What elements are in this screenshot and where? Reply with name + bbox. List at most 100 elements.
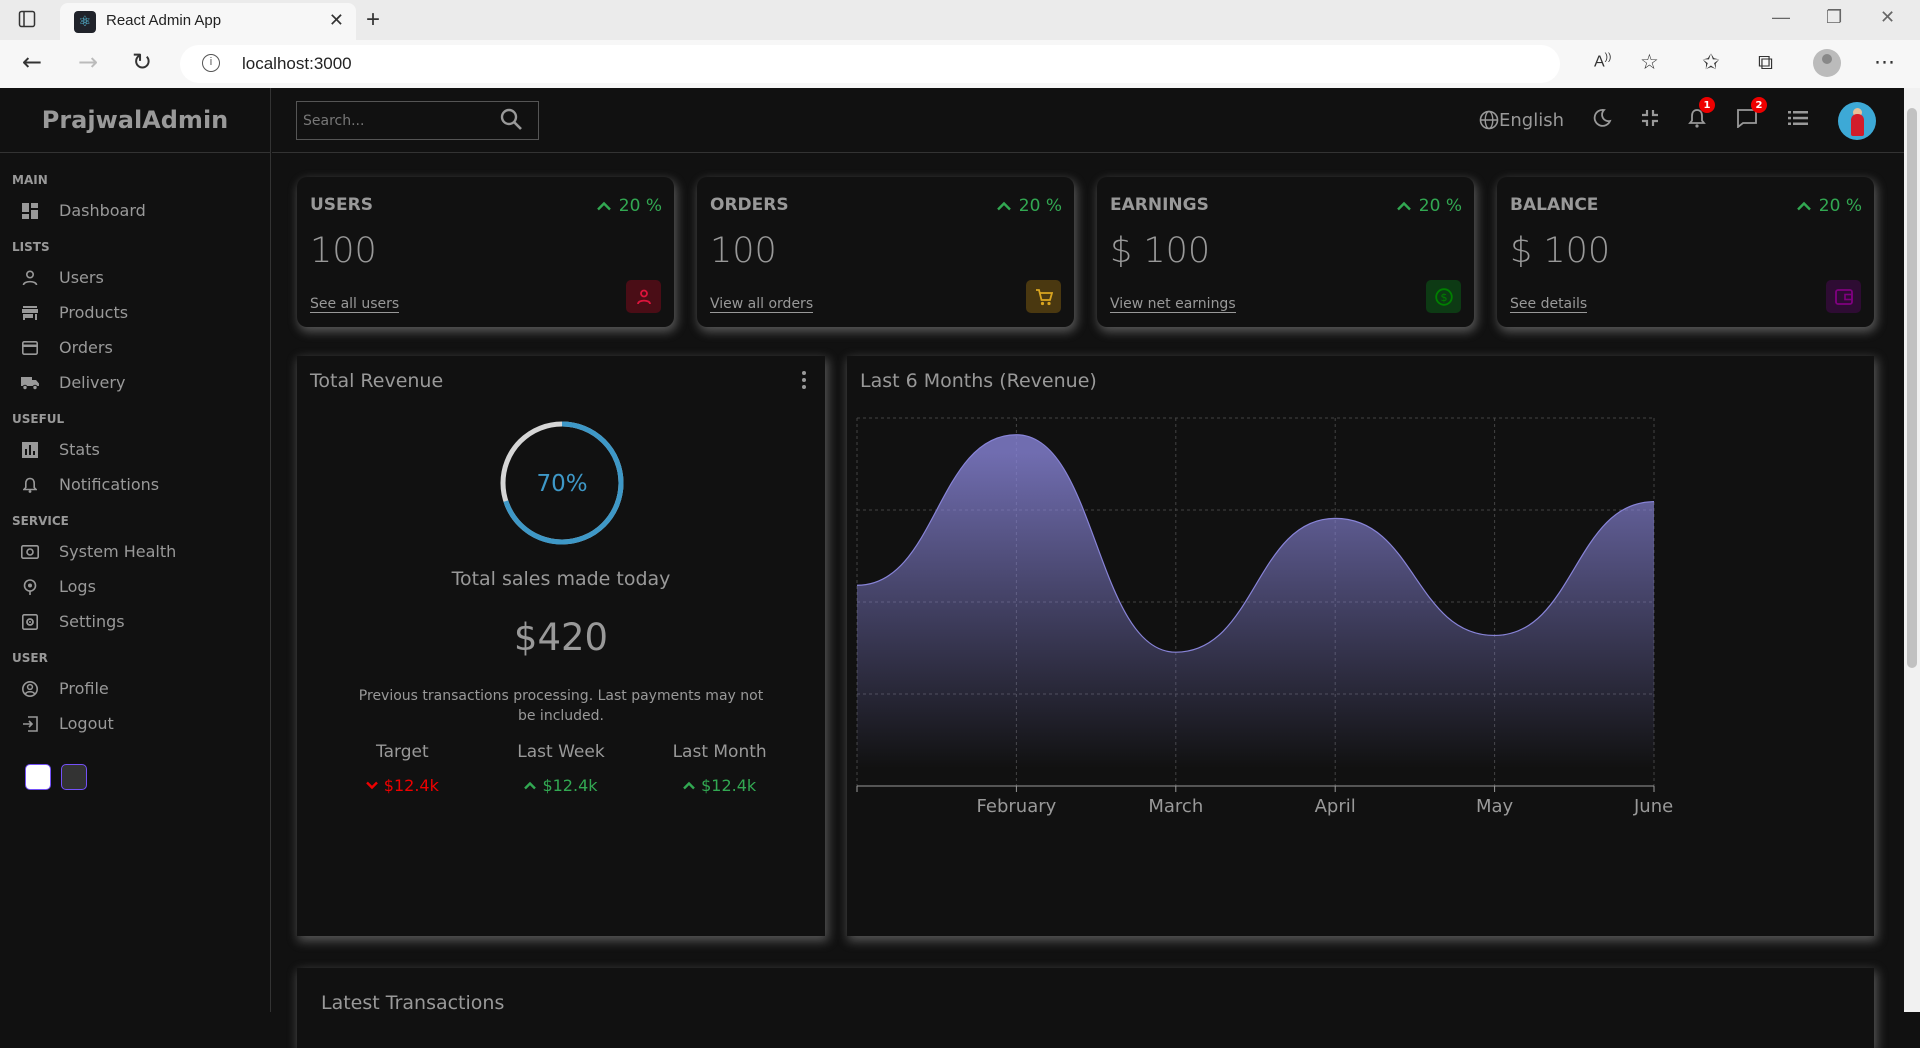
arrow-up-icon [996,201,1011,211]
sidebar-item-users[interactable]: Users [12,260,270,295]
person-icon [21,269,39,287]
x-tick-label: February [977,796,1057,817]
arrow-down-icon [365,781,378,790]
x-tick-label: April [1315,796,1356,817]
dark-theme-swatch[interactable] [61,764,87,790]
avatar[interactable] [1838,101,1876,140]
logo[interactable]: PrajwalAdmin [42,106,229,134]
summary-item-target: Target $12.4k [327,742,477,795]
read-aloud-icon[interactable]: A)) [1594,52,1611,71]
react-icon: ⚛ [74,11,96,33]
sidebar-item-label: Products [59,303,129,322]
widget-link[interactable]: View all orders [710,296,814,313]
widget-link[interactable]: View net earnings [1110,296,1236,313]
favorite-add-icon[interactable]: ☆ [1640,50,1659,74]
widget-percentage-value: 20 % [1818,196,1862,216]
sidebar-item-logout[interactable]: Logout [12,706,270,741]
language-selector[interactable]: English [1479,107,1564,135]
bell-icon [21,476,39,494]
menu-section-title: USER [12,651,48,665]
forward-icon[interactable]: → [78,48,98,76]
sidebar-item-products[interactable]: Products [12,295,270,330]
wallet-icon[interactable] [1826,280,1861,313]
featured-panel: Total Revenue 70% Total sales made today… [297,356,825,936]
widget-percentage: 20 % [596,196,662,216]
dark-mode-toggle[interactable] [1592,108,1612,133]
sidebar-item-logs[interactable]: Logs [12,569,270,604]
close-tab-icon[interactable]: ✕ [329,10,344,31]
new-tab-icon[interactable]: + [366,6,380,34]
browser-profile-icon[interactable] [1813,49,1841,77]
favorites-icon[interactable]: ✩ [1702,50,1720,74]
back-icon[interactable]: ← [22,48,42,76]
progress-label: 70% [536,471,587,497]
sidebar-item-label: Settings [59,612,125,631]
widget-link[interactable]: See all users [310,296,400,313]
svg-text:$: $ [1440,291,1447,304]
site-info-icon[interactable]: i [202,54,220,72]
revenue-area-chart: February March April May June [856,417,1673,817]
search-input[interactable] [303,112,499,129]
collections-icon[interactable]: ⧉ [1758,50,1773,75]
sidebar-item-settings[interactable]: Settings [12,604,270,639]
browser-tab[interactable]: ⚛ React Admin App ✕ [60,3,356,40]
fullscreen-button[interactable] [1642,110,1658,131]
sidebar-item-system-health[interactable]: System Health [12,534,270,569]
health-icon [21,543,39,561]
summary-result: $12.4k [645,776,795,795]
close-window-icon[interactable]: ✕ [1880,7,1895,28]
tab-actions-icon[interactable] [18,10,38,30]
scrollbar-thumb[interactable] [1907,108,1917,668]
summary-title: Last Week [517,742,605,762]
sidebar-item-label: Delivery [59,373,126,392]
chart-series [856,434,1655,786]
more-vert-icon[interactable] [801,370,807,394]
dollar-icon[interactable]: $ [1426,280,1461,313]
app: PrajwalAdmin MAIN Dashboard LISTS Users … [0,88,1920,1048]
widget-count: $ 100 [1510,231,1611,271]
widget-title: USERS [310,195,373,215]
messages-button[interactable]: 2 [1736,97,1767,133]
url-text[interactable]: localhost:3000 [242,54,352,74]
notifications-button[interactable]: 1 [1688,97,1715,133]
sidebar-item-label: Orders [59,338,113,357]
summary-result: $12.4k [327,776,477,795]
address-bar[interactable]: i localhost:3000 [180,45,1560,83]
list-icon [1788,110,1808,131]
x-tick-label: May [1476,796,1514,817]
summary-row: Target $12.4k Last Week $12.4k Last Mont… [297,742,825,795]
browser-toolbar: ← → ↻ i localhost:3000 A)) ☆ ✩ ⧉ ⋯ [0,40,1920,88]
reload-icon[interactable]: ↻ [132,48,152,76]
summary-value: $12.4k [542,776,598,795]
sidebar-item-label: Stats [59,440,100,459]
widget-count: 100 [310,231,377,271]
person-icon[interactable] [626,280,661,313]
light-theme-swatch[interactable] [25,764,51,790]
minimize-icon[interactable]: — [1772,7,1790,28]
search-icon[interactable] [499,107,523,135]
sidebar-item-stats[interactable]: Stats [12,432,270,467]
sidebar-item-orders[interactable]: Orders [12,330,270,365]
sidebar-item-delivery[interactable]: Delivery [12,365,270,400]
widget-link[interactable]: See details [1510,296,1588,313]
sidebar-item-label: Logs [59,577,96,596]
sidebar-item-notifications[interactable]: Notifications [12,467,270,502]
truck-icon [21,374,39,392]
list-menu-button[interactable] [1788,110,1808,131]
sidebar-item-dashboard[interactable]: Dashboard [12,193,270,228]
page-scrollbar[interactable] [1904,88,1920,1012]
widget-percentage: 20 % [1396,196,1462,216]
sales-title: Total sales made today [451,568,671,590]
restore-icon[interactable]: ❐ [1826,7,1842,28]
widget-percentage-value: 20 % [1418,196,1462,216]
more-options-icon[interactable]: ⋯ [1874,50,1895,74]
tab-title: React Admin App [106,12,222,29]
dashboard-icon [21,202,39,220]
arrow-up-icon [596,201,611,211]
navbar-items: English 1 2 [1479,88,1904,153]
sidebar: PrajwalAdmin MAIN Dashboard LISTS Users … [0,88,271,1012]
menu-section-title: LISTS [12,240,50,254]
sidebar-item-profile[interactable]: Profile [12,671,270,706]
featured-title: Total Revenue [310,370,444,392]
cart-icon[interactable] [1026,280,1061,313]
